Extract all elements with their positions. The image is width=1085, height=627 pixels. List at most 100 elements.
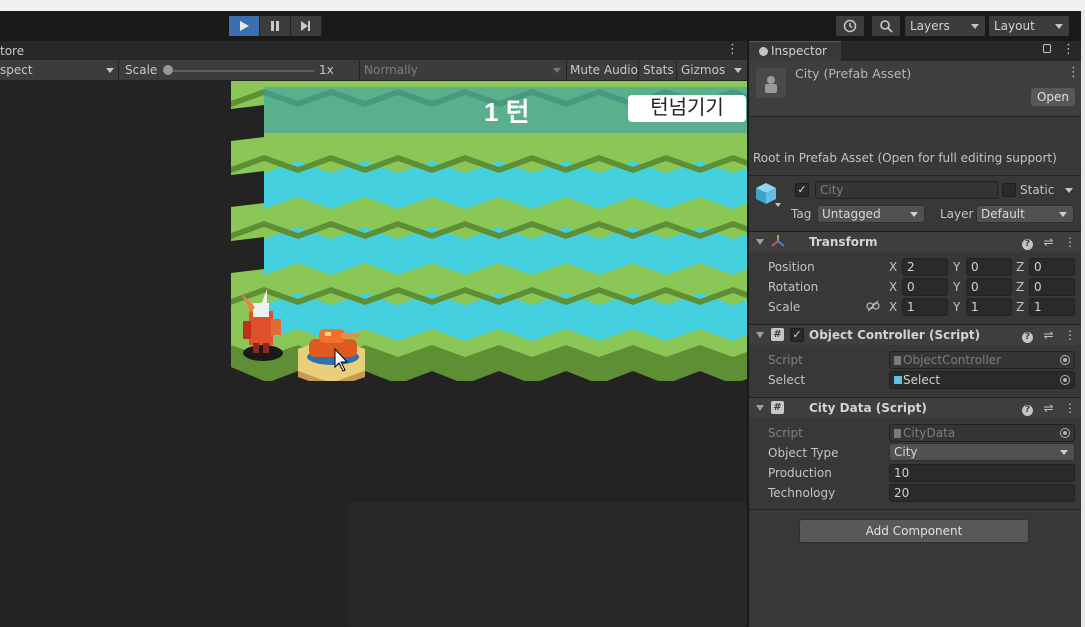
presets-icon[interactable]: ⇌ — [1043, 401, 1054, 416]
oc-select-field[interactable]: Select — [889, 371, 1075, 389]
position-y-field[interactable]: 0 — [966, 258, 1012, 276]
chevron-down-icon[interactable] — [1065, 188, 1073, 193]
rotation-y-label[interactable]: Y — [953, 280, 960, 294]
more-options-icon[interactable]: ⋮ — [1062, 42, 1075, 57]
more-options-icon[interactable]: ⋮ — [1064, 401, 1076, 416]
play-button[interactable] — [229, 16, 260, 36]
gizmos-button[interactable]: Gizmos — [681, 60, 725, 81]
scale-z-label[interactable]: Z — [1016, 300, 1024, 314]
component-header-buttons: ? ⇌ ⋮ — [1022, 235, 1076, 250]
script-icon: # — [771, 401, 784, 414]
chevron-down-icon — [106, 68, 114, 73]
presets-icon[interactable]: ⇌ — [1043, 235, 1054, 250]
object-picker-icon[interactable] — [1060, 428, 1070, 438]
chevron-down-icon — [910, 212, 918, 217]
skip-turn-button[interactable]: 턴넘기기 — [628, 95, 746, 122]
lock-icon[interactable] — [1043, 44, 1051, 53]
technology-field[interactable]: 20 — [889, 484, 1075, 502]
root-prefab-message: Root in Prefab Asset (Open for full edit… — [753, 151, 1057, 165]
rotation-x-label[interactable]: X — [889, 280, 897, 294]
open-prefab-button[interactable]: Open — [1031, 88, 1075, 106]
position-y-label[interactable]: Y — [953, 260, 960, 274]
position-z-label[interactable]: Z — [1016, 260, 1024, 274]
active-checkbox[interactable]: ✓ — [795, 183, 809, 197]
divider — [749, 509, 1081, 510]
link-icon[interactable] — [866, 300, 880, 312]
position-z-field[interactable]: 0 — [1029, 258, 1075, 276]
gameobject-cube-icon[interactable] — [755, 182, 777, 206]
oc-select-label: Select — [768, 373, 806, 387]
history-button[interactable] — [836, 16, 864, 36]
main-toolbar: Layers Layout — [0, 11, 1085, 41]
object-type-value: City — [894, 445, 918, 459]
tab-store[interactable]: tore — [0, 44, 24, 58]
add-component-button[interactable]: Add Component — [799, 519, 1029, 543]
rotation-z-label[interactable]: Z — [1016, 280, 1024, 294]
component-enabled-checkbox[interactable]: ✓ — [790, 328, 804, 342]
object-picker-icon[interactable] — [1060, 355, 1070, 365]
game-viewport[interactable]: 1 턴 턴넘기기 — [0, 81, 747, 627]
object-picker-icon[interactable] — [1060, 375, 1070, 385]
stats-button[interactable]: Stats — [643, 60, 674, 81]
help-icon[interactable]: ? — [1022, 235, 1033, 250]
transform-header[interactable]: Transform ? ⇌ ⋮ — [749, 231, 1081, 252]
layer-value: Default — [981, 207, 1025, 221]
chevron-down-icon — [1055, 24, 1063, 29]
object-controller-title: Object Controller (Script) — [809, 328, 981, 342]
separator — [118, 60, 119, 81]
oc-select-value: Select — [903, 373, 941, 387]
scale-slider-handle[interactable] — [163, 65, 173, 75]
scale-x-label[interactable]: X — [889, 300, 897, 314]
step-button[interactable] — [291, 16, 322, 36]
quality-dropdown[interactable]: Normally — [364, 60, 418, 81]
cd-script-field: CityData — [889, 424, 1075, 442]
tag-label: Tag — [791, 207, 812, 221]
object-name-field[interactable]: City — [815, 181, 998, 199]
foldout-arrow-icon[interactable] — [756, 405, 764, 411]
header-title: City (Prefab Asset) — [795, 66, 912, 81]
scale-y-field[interactable]: 1 — [966, 298, 1012, 316]
scale-z-field[interactable]: 1 — [1029, 298, 1075, 316]
scale-slider-track[interactable] — [168, 70, 314, 72]
rotation-z-field[interactable]: 0 — [1029, 278, 1075, 296]
scale-label: Scale — [125, 63, 158, 77]
play-icon — [240, 21, 249, 31]
tag-dropdown[interactable]: Untagged — [817, 205, 925, 223]
scale-x-field[interactable]: 1 — [902, 298, 948, 316]
object-controller-header[interactable]: # ✓ Object Controller (Script) ? ⇌ ⋮ — [749, 324, 1081, 345]
more-options-icon[interactable]: ⋮ — [1067, 65, 1080, 80]
tab-inspector[interactable]: Inspector — [749, 41, 841, 61]
production-field[interactable]: 10 — [889, 464, 1075, 482]
city-data-header[interactable]: # City Data (Script) ? ⇌ ⋮ — [749, 397, 1081, 418]
window-top-strip — [0, 0, 1085, 11]
pause-button[interactable] — [260, 16, 291, 36]
production-label: Production — [768, 466, 832, 480]
foldout-arrow-icon[interactable] — [756, 332, 764, 338]
position-x-label[interactable]: X — [889, 260, 897, 274]
rotation-x-field[interactable]: 0 — [902, 278, 948, 296]
presets-icon[interactable]: ⇌ — [1043, 328, 1054, 343]
scale-y-label[interactable]: Y — [953, 300, 960, 314]
tag-value: Untagged — [822, 207, 881, 221]
object-type-dropdown[interactable]: City — [889, 443, 1075, 461]
aspect-dropdown[interactable]: spect — [0, 60, 33, 81]
component-header-buttons: ? ⇌ ⋮ — [1022, 328, 1076, 343]
rotation-y-field[interactable]: 0 — [966, 278, 1012, 296]
position-label: Position — [768, 260, 815, 274]
layout-dropdown[interactable]: Layout — [989, 16, 1069, 36]
more-options-icon[interactable]: ⋮ — [1064, 235, 1076, 250]
mute-audio-button[interactable]: Mute Audio — [570, 60, 638, 81]
help-icon[interactable]: ? — [1022, 401, 1033, 416]
static-checkbox[interactable] — [1002, 183, 1016, 197]
position-x-field[interactable]: 2 — [902, 258, 948, 276]
oc-script-field: ObjectController — [889, 351, 1075, 369]
transform-icon — [771, 235, 785, 247]
more-options-icon[interactable]: ⋮ — [1064, 328, 1076, 343]
search-button[interactable] — [872, 16, 900, 36]
object-type-label: Object Type — [768, 446, 839, 460]
more-options-icon[interactable]: ⋮ — [726, 42, 739, 57]
foldout-arrow-icon[interactable] — [756, 239, 764, 245]
layer-dropdown[interactable]: Default — [976, 205, 1074, 223]
help-icon[interactable]: ? — [1022, 328, 1033, 343]
layers-dropdown[interactable]: Layers — [905, 16, 985, 36]
